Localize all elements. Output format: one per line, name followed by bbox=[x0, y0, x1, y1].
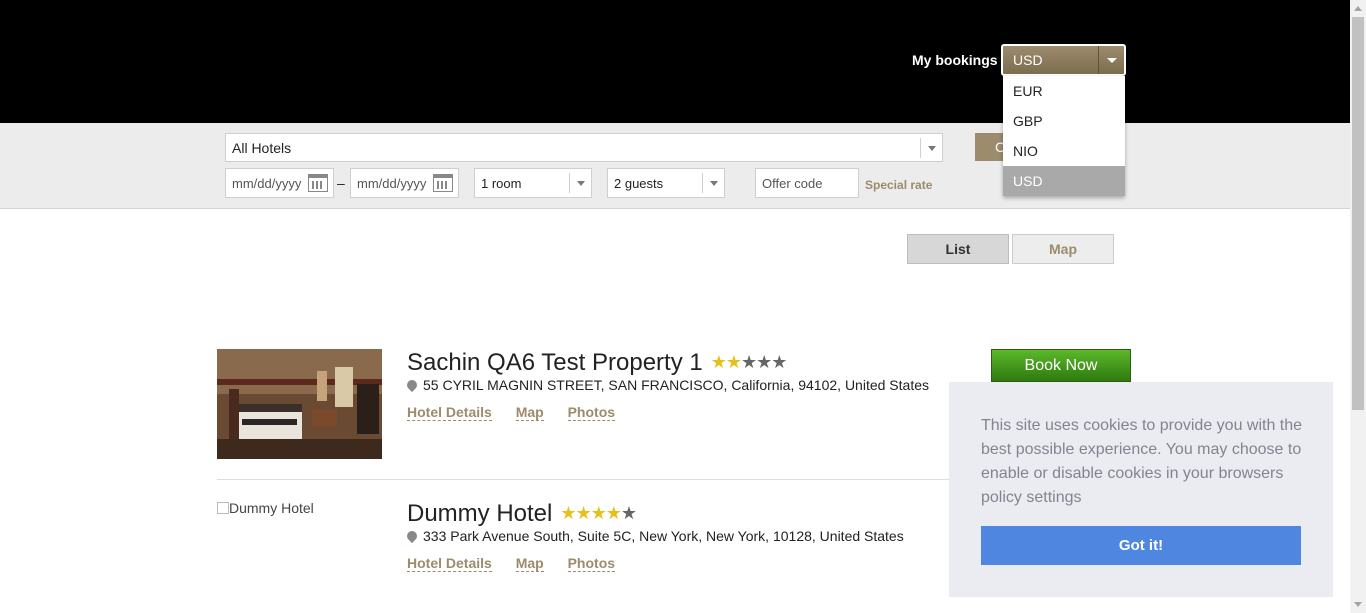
currency-option-eur[interactable]: EUR bbox=[1003, 76, 1125, 106]
star-icon: ★ bbox=[725, 352, 742, 372]
hotel-photos-link[interactable]: Photos bbox=[567, 555, 616, 572]
location-pin-icon bbox=[404, 377, 420, 393]
currency-option-nio[interactable]: NIO bbox=[1003, 136, 1125, 166]
offer-code-placeholder: Offer code bbox=[762, 176, 823, 191]
hotel-address: 55 CYRIL MAGNIN STREET, SAN FRANCISCO, C… bbox=[404, 377, 929, 393]
calendar-icon[interactable] bbox=[433, 174, 453, 192]
rooms-select[interactable]: 1 room bbox=[474, 168, 592, 198]
star-icon: ★ bbox=[575, 503, 592, 523]
hotel-select-value: All Hotels bbox=[232, 140, 292, 156]
checkout-placeholder: mm/dd/yyyy bbox=[357, 176, 427, 191]
map-view-button[interactable]: Map bbox=[1012, 234, 1114, 264]
star-icon: ★ bbox=[620, 503, 637, 523]
hotel-address-text: 333 Park Avenue South, Suite 5C, New Yor… bbox=[423, 528, 904, 544]
guests-select[interactable]: 2 guests bbox=[607, 168, 725, 198]
scroll-up-icon[interactable] bbox=[1354, 6, 1362, 11]
cookie-message: This site uses cookies to provide you wi… bbox=[981, 417, 1303, 506]
hotel-image-broken[interactable]: Dummy Hotel bbox=[217, 500, 314, 516]
hotel-photos-link[interactable]: Photos bbox=[567, 404, 616, 421]
currency-option-usd[interactable]: USD bbox=[1003, 166, 1125, 196]
special-rate-link[interactable]: Special rate bbox=[865, 178, 932, 192]
chevron-down-icon bbox=[1098, 46, 1124, 74]
listing-divider bbox=[217, 479, 950, 480]
offer-code-input[interactable]: Offer code bbox=[755, 168, 859, 198]
star-rating: ★★★★★ bbox=[560, 503, 637, 524]
broken-image-icon bbox=[217, 502, 229, 514]
checkin-placeholder: mm/dd/yyyy bbox=[232, 176, 302, 191]
star-rating: ★★★★★ bbox=[710, 352, 788, 373]
currency-option-gbp[interactable]: GBP bbox=[1003, 106, 1125, 136]
cookie-accept-button[interactable]: Got it! bbox=[981, 526, 1301, 565]
star-icon: ★ bbox=[771, 352, 787, 372]
hotel-listing: Dummy Hotel Dummy Hotel ★★★★★ 333 Park Av… bbox=[217, 500, 950, 580]
hotel-links: Hotel Details Map Photos bbox=[407, 555, 635, 572]
hotel-listing: Sachin QA6 Test Property 1 ★★★★★ 55 CYRIL… bbox=[217, 349, 950, 464]
hotel-details-link[interactable]: Hotel Details bbox=[407, 404, 492, 421]
hotel-image-alt: Dummy Hotel bbox=[229, 500, 314, 516]
rooms-value: 1 room bbox=[481, 176, 522, 191]
star-icon: ★ bbox=[590, 503, 607, 523]
hotel-map-link[interactable]: Map bbox=[515, 404, 544, 421]
hotel-name[interactable]: Dummy Hotel ★★★★★ bbox=[407, 500, 637, 528]
search-bar: All Hotels C mm/dd/yyyy – mm/dd/yyyy 1 r… bbox=[0, 123, 1350, 209]
star-icon: ★ bbox=[710, 352, 727, 372]
page-scrollbar[interactable] bbox=[1350, 0, 1366, 613]
hotel-select[interactable]: All Hotels bbox=[225, 133, 943, 162]
hotel-name-text[interactable]: Dummy Hotel bbox=[407, 500, 552, 527]
guests-value: 2 guests bbox=[614, 176, 664, 191]
my-bookings-link[interactable]: My bookings bbox=[912, 52, 998, 68]
star-icon: ★ bbox=[741, 352, 757, 372]
calendar-icon[interactable] bbox=[308, 174, 328, 192]
hotel-details-link[interactable]: Hotel Details bbox=[407, 555, 492, 572]
date-separator: – bbox=[337, 175, 345, 191]
list-view-button[interactable]: List bbox=[907, 234, 1009, 264]
hotel-address-text: 55 CYRIL MAGNIN STREET, SAN FRANCISCO, C… bbox=[423, 377, 929, 393]
hotel-links: Hotel Details Map Photos bbox=[407, 404, 635, 421]
book-now-button[interactable]: Book Now bbox=[991, 349, 1131, 382]
cookie-banner: This site uses cookies to provide you wi… bbox=[949, 382, 1333, 597]
hotel-image[interactable] bbox=[217, 349, 382, 459]
location-pin-icon bbox=[404, 528, 420, 544]
star-icon: ★ bbox=[756, 352, 772, 372]
star-icon: ★ bbox=[605, 503, 622, 523]
scroll-down-icon[interactable] bbox=[1354, 602, 1362, 607]
star-icon: ★ bbox=[560, 503, 576, 523]
checkout-date-input[interactable]: mm/dd/yyyy bbox=[350, 168, 459, 198]
hotel-name-text[interactable]: Sachin QA6 Test Property 1 bbox=[407, 349, 703, 376]
chevron-down-icon bbox=[569, 173, 591, 193]
scrollbar-thumb[interactable] bbox=[1352, 17, 1364, 410]
chevron-down-icon bbox=[920, 138, 942, 158]
top-header: My bookings USD bbox=[0, 0, 1350, 123]
chevron-down-icon bbox=[702, 173, 724, 193]
hotel-name[interactable]: Sachin QA6 Test Property 1 ★★★★★ bbox=[407, 349, 788, 377]
checkin-date-input[interactable]: mm/dd/yyyy bbox=[225, 168, 334, 198]
hotel-map-link[interactable]: Map bbox=[515, 555, 544, 572]
hotel-address: 333 Park Avenue South, Suite 5C, New Yor… bbox=[404, 528, 904, 544]
currency-dropdown: EUR GBP NIO USD bbox=[1003, 76, 1125, 196]
currency-selected-value: USD bbox=[1013, 52, 1043, 68]
check-availability-button[interactable]: C bbox=[975, 133, 1005, 161]
currency-select[interactable]: USD bbox=[1001, 44, 1126, 76]
